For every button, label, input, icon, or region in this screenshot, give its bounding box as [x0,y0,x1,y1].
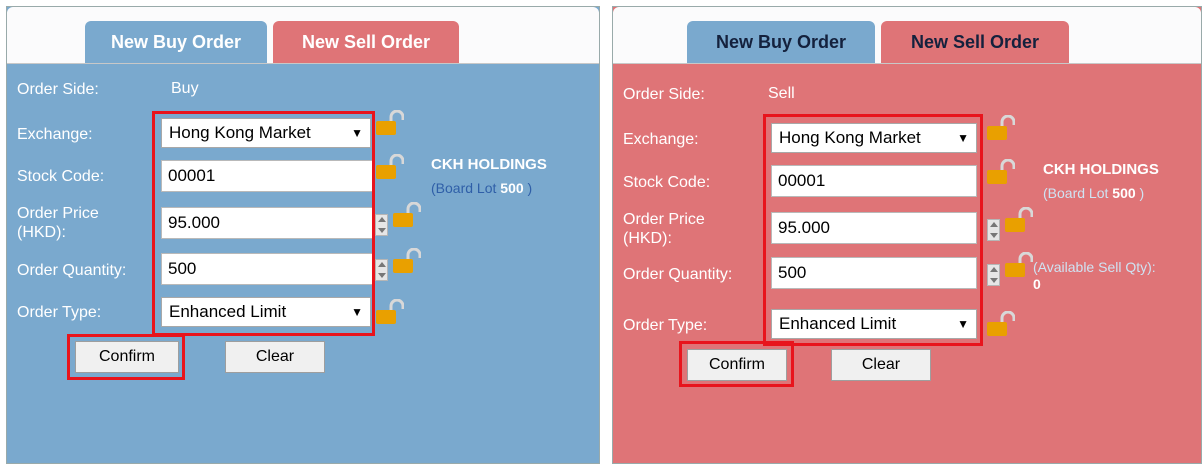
exchange-select[interactable]: Hong Kong Market ▼ [161,118,371,148]
exchange-select[interactable]: Hong Kong Market ▼ [771,123,977,153]
order-quantity-stepper[interactable] [987,264,1000,286]
tab-new-sell-order[interactable]: New Sell Order [881,21,1069,63]
exchange-selected-value: Hong Kong Market [779,128,921,147]
order-side-value: Sell [768,85,795,102]
order-quantity-label: Order Quantity: [17,262,127,279]
dropdown-arrow-icon: ▼ [957,317,969,331]
board-lot-info: (Board Lot 500 ) [431,180,533,196]
stock-code-label: Stock Code: [17,168,105,185]
tab-strip: New Buy Order New Sell Order [7,7,599,64]
padlock-icon[interactable] [985,115,1015,141]
tab-new-buy-order[interactable]: New Buy Order [687,21,875,63]
tab-strip: New Buy Order New Sell Order [613,7,1201,64]
order-type-label: Order Type: [17,304,102,321]
available-sell-qty: (Available Sell Qty): 0 [1033,259,1156,292]
order-type-select[interactable]: Enhanced Limit ▼ [771,309,977,339]
order-quantity-input[interactable]: 500 [161,253,373,285]
padlock-icon[interactable] [374,110,404,136]
padlock-icon[interactable] [985,311,1015,337]
order-type-label: Order Type: [623,317,708,334]
order-price-stepper[interactable] [375,214,388,236]
order-quantity-label: Order Quantity: [623,266,733,283]
board-lot-info: (Board Lot 500 ) [1043,185,1145,201]
clear-button[interactable]: Clear [225,341,325,373]
stock-name: CKH HOLDINGS [1043,161,1159,178]
padlock-icon[interactable] [374,154,404,180]
stock-code-input[interactable]: 00001 [771,165,977,197]
padlock-icon[interactable] [391,202,421,228]
order-type-selected-value: Enhanced Limit [169,302,287,321]
clear-button[interactable]: Clear [831,349,931,381]
order-price-label: Order Price (HKD): [623,211,705,247]
dropdown-arrow-icon: ▼ [351,305,363,319]
confirm-button[interactable]: Confirm [687,349,787,381]
order-type-select[interactable]: Enhanced Limit ▼ [161,297,371,327]
order-price-stepper[interactable] [987,219,1000,241]
order-quantity-stepper[interactable] [375,259,388,281]
padlock-icon[interactable] [1003,207,1033,233]
stock-name: CKH HOLDINGS [431,156,547,173]
order-type-selected-value: Enhanced Limit [779,314,897,333]
order-side-label: Order Side: [623,86,705,103]
tab-new-buy-order[interactable]: New Buy Order [85,21,267,63]
order-price-label: Order Price (HKD): [17,205,99,241]
sell-order-panel: New Buy Order New Sell Order Order Side:… [612,6,1202,464]
order-quantity-input[interactable]: 500 [771,257,977,289]
exchange-label: Exchange: [623,131,699,148]
confirm-button[interactable]: Confirm [75,341,179,373]
padlock-icon[interactable] [985,159,1015,185]
padlock-icon[interactable] [391,248,421,274]
exchange-selected-value: Hong Kong Market [169,123,311,142]
order-side-value: Buy [171,80,199,97]
stock-code-label: Stock Code: [623,174,711,191]
dropdown-arrow-icon: ▼ [957,131,969,145]
padlock-icon[interactable] [374,299,404,325]
order-price-input[interactable]: 95.000 [771,212,977,244]
exchange-label: Exchange: [17,126,93,143]
stock-code-input[interactable]: 00001 [161,160,373,192]
order-side-label: Order Side: [17,81,99,98]
tab-new-sell-order[interactable]: New Sell Order [273,21,459,63]
buy-order-panel: New Buy Order New Sell Order Order Side:… [6,6,600,464]
dropdown-arrow-icon: ▼ [351,126,363,140]
padlock-icon[interactable] [1003,252,1033,278]
order-price-input[interactable]: 95.000 [161,207,373,239]
